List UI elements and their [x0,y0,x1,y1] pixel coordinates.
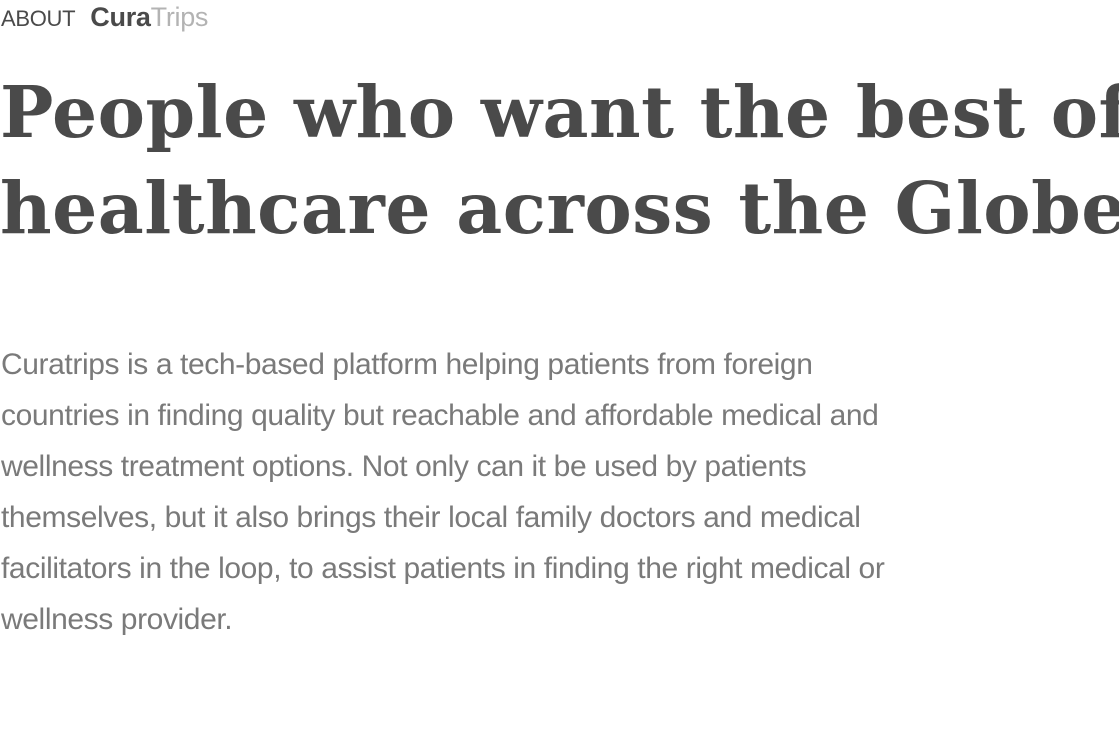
description-paragraph: Curatrips is a tech-based platform helpi… [1,339,885,645]
section-label: ABOUT [1,6,76,31]
logo-light-text: Trips [150,2,209,32]
description-line: facilitators in the loop, to assist pati… [1,552,885,585]
headline-line: healthcare across the Globe. [0,166,1119,250]
headline-line: People who want the best of [0,70,1119,154]
logo[interactable]: CuraTrips [90,2,208,33]
description-line: wellness provider. [1,603,233,636]
logo-strong-text: Cura [90,2,151,32]
description-line: Curatrips is a tech-based platform helpi… [1,348,813,381]
description-line: wellness treatment options. Not only can… [1,450,807,483]
headline: People who want the best of healthcare a… [0,64,1119,256]
description-line: countries in finding quality but reachab… [1,399,879,432]
header: ABOUT CuraTrips [1,2,208,33]
description-line: themselves, but it also brings their loc… [1,501,861,534]
